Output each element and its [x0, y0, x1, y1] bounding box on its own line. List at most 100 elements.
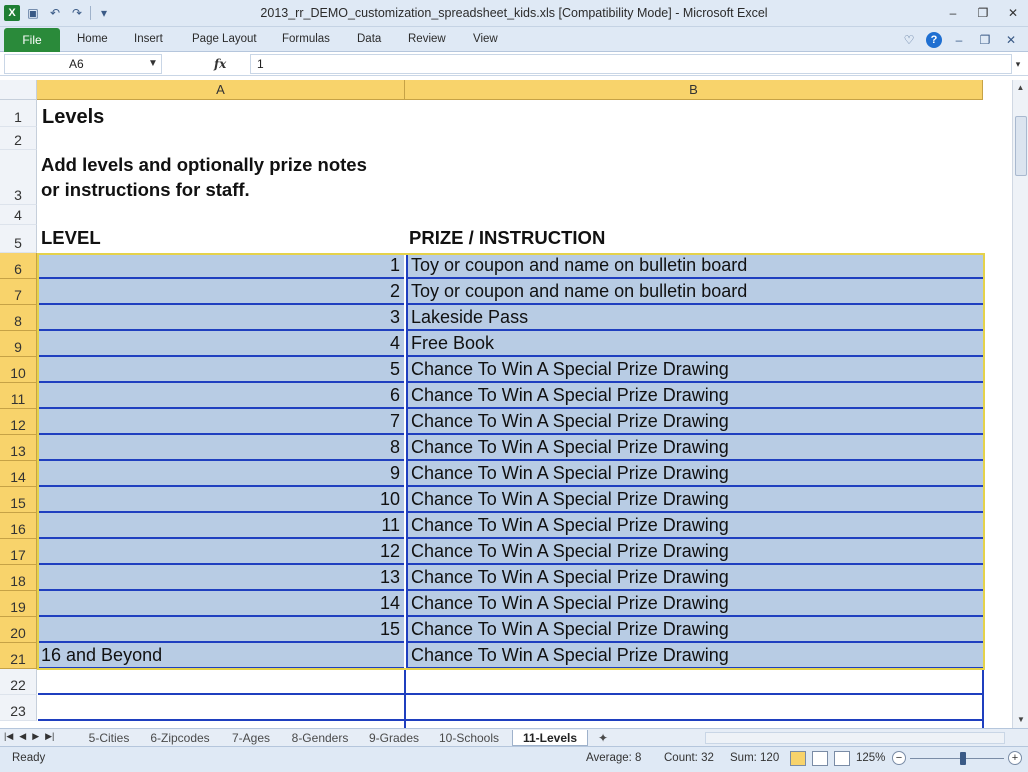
page-break-view-icon[interactable] — [834, 751, 850, 766]
worksheet-grid[interactable]: A B 1 2 3 4 5 Levels Add levels and opti… — [0, 80, 1012, 728]
tab-review[interactable]: Review — [408, 33, 446, 45]
prize-cell[interactable]: Chance To Win A Special Prize Drawing — [406, 487, 983, 513]
level-cell[interactable]: 11 — [38, 513, 404, 539]
instructions-line-1[interactable]: Add levels and optionally prize notes — [41, 153, 367, 177]
level-cell[interactable]: 2 — [38, 279, 404, 305]
level-cell[interactable]: 1 — [38, 253, 404, 279]
last-sheet-icon[interactable]: ▶| — [45, 731, 54, 742]
prize-cell[interactable]: Chance To Win A Special Prize Drawing — [406, 461, 983, 487]
row-header[interactable]: 6 — [0, 253, 37, 279]
tab-page-layout[interactable]: Page Layout — [192, 33, 257, 45]
column-header-b[interactable]: B — [405, 80, 983, 100]
row-header[interactable]: 20 — [0, 617, 37, 643]
level-cell[interactable]: 7 — [38, 409, 404, 435]
sheet-tab[interactable]: 8-Genders — [284, 730, 356, 746]
sheet-tab-active[interactable]: 11-Levels — [512, 730, 588, 746]
sheet-tab[interactable]: 5-Cities — [80, 730, 138, 746]
row-header[interactable]: 15 — [0, 487, 37, 513]
zoom-out-icon[interactable]: − — [892, 751, 906, 765]
insert-function-icon[interactable]: fx — [214, 57, 226, 71]
row-header[interactable]: 13 — [0, 435, 37, 461]
level-cell[interactable]: 9 — [38, 461, 404, 487]
prize-cell[interactable]: Chance To Win A Special Prize Drawing — [406, 539, 983, 565]
minimize-ribbon-icon[interactable]: ♡ — [900, 31, 918, 49]
row-header[interactable]: 9 — [0, 331, 37, 357]
row-header[interactable]: 22 — [0, 669, 37, 695]
column-header-a[interactable]: A — [37, 80, 405, 100]
row-header[interactable]: 23 — [0, 695, 37, 721]
prize-cell[interactable]: Lakeside Pass — [406, 305, 983, 331]
prize-cell[interactable]: Free Book — [406, 331, 983, 357]
prize-cell[interactable]: Chance To Win A Special Prize Drawing — [406, 513, 983, 539]
instructions-line-2[interactable]: or instructions for staff. — [41, 178, 250, 202]
prize-cell[interactable]: Chance To Win A Special Prize Drawing — [406, 409, 983, 435]
tab-insert[interactable]: Insert — [134, 33, 163, 45]
row-header[interactable]: 8 — [0, 305, 37, 331]
workbook-close-icon[interactable]: ✕ — [1002, 31, 1020, 49]
prize-cell[interactable]: Chance To Win A Special Prize Drawing — [406, 643, 983, 669]
close-icon[interactable]: ✕ — [1004, 4, 1022, 22]
tab-view[interactable]: View — [473, 33, 498, 45]
vertical-scrollbar[interactable]: ▲ ▼ — [1012, 80, 1028, 728]
row-header[interactable]: 1 — [0, 100, 37, 127]
row-header[interactable]: 19 — [0, 591, 37, 617]
level-cell[interactable]: 6 — [38, 383, 404, 409]
normal-view-icon[interactable] — [790, 751, 806, 766]
row-header[interactable]: 11 — [0, 383, 37, 409]
page-layout-view-icon[interactable] — [812, 751, 828, 766]
tab-home[interactable]: Home — [77, 33, 108, 45]
level-cell[interactable]: 12 — [38, 539, 404, 565]
workbook-minimize-icon[interactable]: – — [950, 31, 968, 49]
level-cell[interactable]: 15 — [38, 617, 404, 643]
zoom-slider[interactable]: − + — [892, 751, 1022, 767]
prize-cell[interactable]: Chance To Win A Special Prize Drawing — [406, 617, 983, 643]
help-icon[interactable]: ? — [926, 32, 942, 48]
expand-formula-bar-icon[interactable]: ▾ — [1012, 54, 1024, 74]
level-cell[interactable]: 4 — [38, 331, 404, 357]
prize-cell[interactable]: Chance To Win A Special Prize Drawing — [406, 435, 983, 461]
prize-cell[interactable]: Toy or coupon and name on bulletin board — [406, 253, 983, 279]
level-cell[interactable]: 10 — [38, 487, 404, 513]
scroll-down-icon[interactable]: ▼ — [1013, 712, 1028, 728]
name-box[interactable]: A6 — [4, 54, 162, 74]
header-prize-instruction[interactable]: PRIZE / INSTRUCTION — [409, 226, 605, 250]
sheet-title[interactable]: Levels — [42, 105, 104, 129]
prize-cell[interactable]: Chance To Win A Special Prize Drawing — [406, 591, 983, 617]
tab-data[interactable]: Data — [357, 33, 381, 45]
horizontal-scrollbar[interactable] — [705, 732, 1005, 744]
row-header[interactable]: 21 — [0, 643, 37, 669]
next-sheet-icon[interactable]: ▶ — [32, 731, 39, 742]
sheet-tab[interactable]: 7-Ages — [223, 730, 279, 746]
scroll-thumb[interactable] — [1015, 116, 1027, 176]
prize-cell[interactable]: Chance To Win A Special Prize Drawing — [406, 357, 983, 383]
level-cell[interactable]: 8 — [38, 435, 404, 461]
row-header[interactable]: 3 — [0, 150, 37, 205]
file-tab[interactable]: File — [4, 28, 60, 52]
name-box-dropdown-icon[interactable]: ▼ — [148, 54, 158, 74]
sheet-tab[interactable]: 9-Grades — [362, 730, 426, 746]
insert-sheet-icon[interactable]: ✦ — [592, 730, 614, 746]
zoom-in-icon[interactable]: + — [1008, 751, 1022, 765]
zoom-level[interactable]: 125% — [856, 752, 885, 764]
tab-formulas[interactable]: Formulas — [282, 33, 330, 45]
row-header[interactable]: 16 — [0, 513, 37, 539]
row-header[interactable]: 2 — [0, 127, 37, 150]
prize-cell[interactable]: Chance To Win A Special Prize Drawing — [406, 565, 983, 591]
scroll-up-icon[interactable]: ▲ — [1013, 80, 1028, 96]
restore-icon[interactable]: ❐ — [974, 4, 992, 22]
row-header[interactable]: 5 — [0, 225, 37, 253]
empty-row[interactable] — [38, 669, 984, 695]
select-all-corner[interactable] — [0, 80, 37, 100]
prize-cell[interactable]: Chance To Win A Special Prize Drawing — [406, 383, 983, 409]
row-header[interactable]: 14 — [0, 461, 37, 487]
row-header[interactable]: 4 — [0, 205, 37, 225]
level-cell[interactable]: 13 — [38, 565, 404, 591]
header-level[interactable]: LEVEL — [41, 226, 101, 250]
first-sheet-icon[interactable]: |◀ — [4, 731, 13, 742]
formula-input[interactable]: 1 — [250, 54, 1012, 74]
minimize-icon[interactable]: – — [944, 4, 962, 22]
zoom-thumb[interactable] — [960, 752, 966, 765]
prize-cell[interactable]: Toy or coupon and name on bulletin board — [406, 279, 983, 305]
row-header[interactable]: 7 — [0, 279, 37, 305]
row-header[interactable]: 18 — [0, 565, 37, 591]
